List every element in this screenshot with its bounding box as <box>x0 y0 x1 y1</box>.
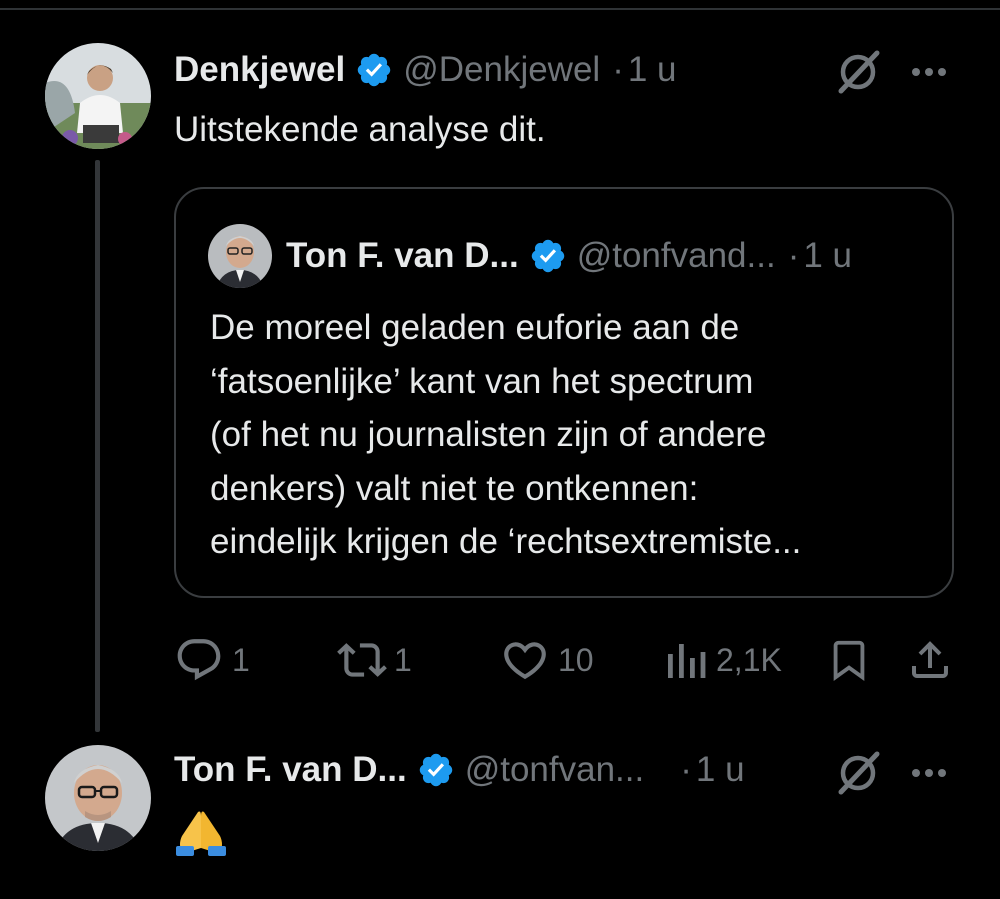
quoted-text-line: De moreel geladen euforie aan de <box>210 308 740 347</box>
share-button[interactable] <box>906 632 954 688</box>
repost-icon <box>337 643 387 677</box>
quoted-text-line: denkers) valt niet te ontkennen: <box>210 468 699 508</box>
author-handle[interactable]: @tonfvan... <box>465 750 645 790</box>
more-options-icon[interactable] <box>907 50 951 94</box>
quoted-header: Ton F. van D... @tonfvand... · 1 u <box>286 233 852 279</box>
tweet[interactable]: Denkjewel @Denkjewel · 1 u Uitstekende a… <box>0 40 1000 732</box>
share-icon <box>912 641 948 678</box>
tweet[interactable]: Ton F. van D... @tonfvan... · 1 u <box>0 740 1000 899</box>
action-bar: 1 1 10 2,1K <box>174 632 964 688</box>
tweet-header: Ton F. van D... @tonfvan... · 1 u <box>174 748 745 792</box>
reply-icon <box>177 639 221 681</box>
verified-badge-icon <box>531 239 564 273</box>
quoted-text-line: (of het nu journalisten zijn of andere <box>210 415 767 454</box>
repost-button[interactable]: 1 <box>334 632 412 688</box>
thread-line <box>95 160 100 732</box>
separator-dot: · <box>612 50 624 89</box>
grok-icon[interactable] <box>833 748 883 798</box>
verified-badge-icon <box>419 753 452 787</box>
quoted-author-name[interactable]: Ton F. van D... <box>286 236 519 276</box>
avatar[interactable] <box>45 43 151 149</box>
repost-count: 1 <box>394 641 412 678</box>
avatar[interactable] <box>45 745 151 851</box>
verified-badge-icon <box>357 53 391 87</box>
author-handle[interactable]: @Denkjewel <box>403 50 600 90</box>
views-count: 2,1K <box>716 641 782 678</box>
bookmark-icon <box>833 640 865 681</box>
views-icon <box>668 644 706 678</box>
grok-icon[interactable] <box>833 47 883 97</box>
reply-count: 1 <box>232 641 250 678</box>
more-options-icon[interactable] <box>907 751 951 795</box>
tweet-text: Uitstekende analyse dit. <box>174 110 546 149</box>
folded-hands-emoji <box>176 811 226 856</box>
views-button[interactable]: 2,1K <box>664 632 782 688</box>
quoted-text-line: ‘fatsoenlijke’ kant van het spectrum <box>210 361 754 401</box>
like-icon <box>504 642 546 680</box>
reply-button[interactable]: 1 <box>174 632 250 688</box>
quoted-tweet[interactable]: Ton F. van D... @tonfvand... · 1 u De mo… <box>174 187 954 598</box>
bookmark-button[interactable] <box>826 632 872 688</box>
quoted-text-line: eindelijk krijgen de ‘rechtsextremiste..… <box>210 522 802 561</box>
timestamp[interactable]: 1 u <box>696 750 745 790</box>
author-name[interactable]: Ton F. van D... <box>174 750 407 790</box>
like-count: 10 <box>558 641 594 678</box>
quoted-avatar[interactable] <box>208 224 272 288</box>
timestamp[interactable]: 1 u <box>628 50 677 90</box>
author-name[interactable]: Denkjewel <box>174 50 345 90</box>
quoted-author-handle[interactable]: @tonfvand... <box>577 236 776 276</box>
separator-dot: · <box>680 750 692 789</box>
tweet-header: Denkjewel @Denkjewel · 1 u <box>174 48 677 92</box>
like-button[interactable]: 10 <box>500 632 594 688</box>
quoted-text: De moreel geladen euforie aan de ‘fatsoe… <box>210 301 940 569</box>
top-divider <box>0 8 1000 10</box>
quoted-timestamp[interactable]: 1 u <box>803 236 852 276</box>
separator-dot: · <box>787 236 800 275</box>
